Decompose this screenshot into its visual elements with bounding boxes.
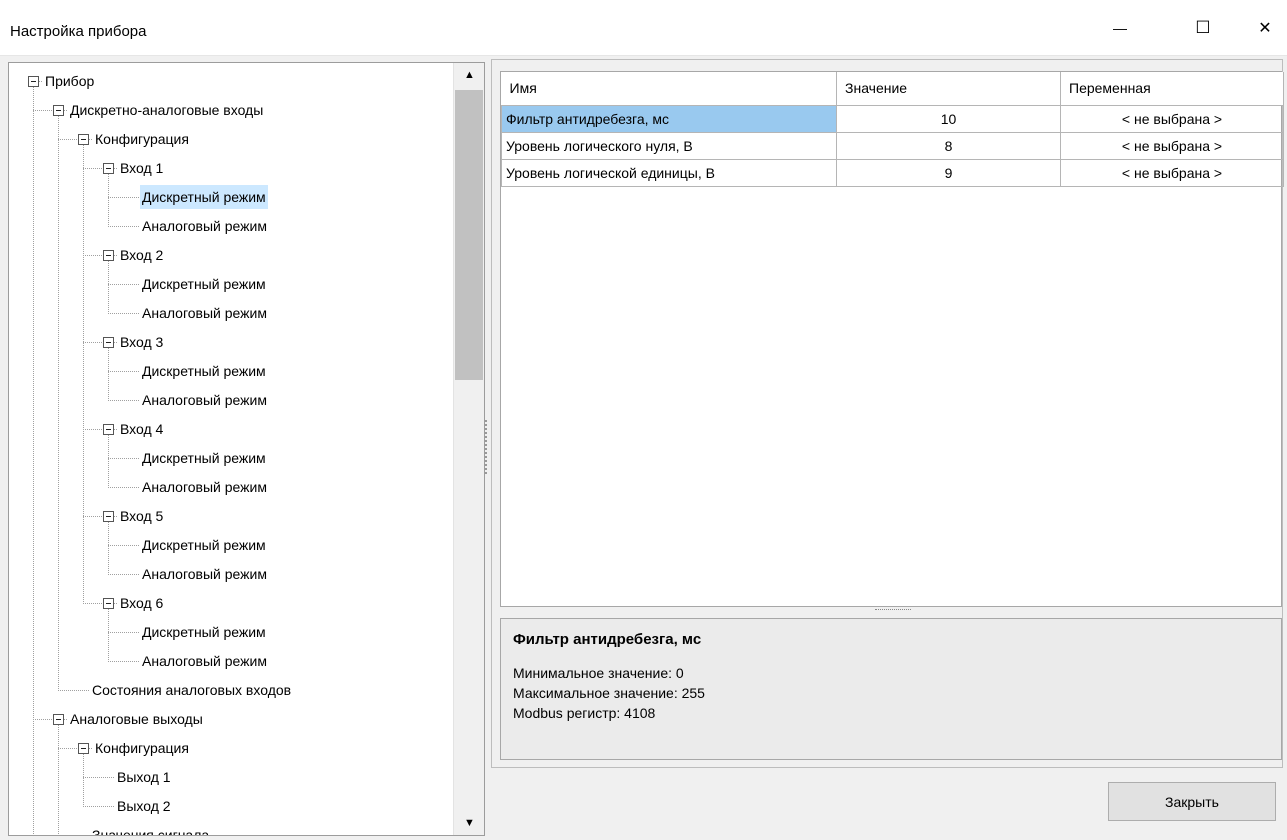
description-modbus-register: Modbus регистр: 4108 — [513, 705, 656, 721]
row-name-cell[interactable]: Фильтр антидребезга, мс — [501, 104, 837, 133]
tree-node[interactable]: Состояния аналоговых входов — [90, 678, 293, 702]
tree-node[interactable]: Вход 5 — [118, 504, 165, 528]
collapse-toggle-icon[interactable] — [102, 336, 114, 348]
minimize-icon: — — [1113, 20, 1127, 36]
window-title: Настройка прибора — [10, 23, 147, 40]
tree-node[interactable]: Дискретный режим — [140, 620, 268, 644]
table-row[interactable]: Уровень логической единицы, В 9 < не выб… — [501, 158, 1284, 187]
tree-node[interactable]: Выход 2 — [115, 794, 173, 818]
horizontal-splitter[interactable] — [875, 609, 911, 611]
tree-node[interactable]: Конфигурация — [93, 736, 191, 760]
tree-node[interactable]: Аналоговый режим — [140, 562, 269, 586]
tree-node[interactable]: Дискретно-аналоговые входы — [68, 98, 265, 122]
scroll-thumb[interactable] — [455, 90, 483, 380]
row-name-cell[interactable]: Уровень логической единицы, В — [501, 158, 837, 187]
tree-node[interactable]: Аналоговый режим — [140, 388, 269, 412]
scroll-up-button[interactable]: ▲ — [454, 63, 484, 87]
collapse-toggle-icon[interactable] — [77, 742, 89, 754]
close-window-button[interactable]: ✕ — [1242, 0, 1287, 56]
tree-node[interactable]: Дискретный режим — [140, 533, 268, 557]
row-value-cell[interactable]: 9 — [836, 158, 1061, 187]
collapse-toggle-icon[interactable] — [102, 423, 114, 435]
collapse-toggle-icon[interactable] — [102, 597, 114, 609]
close-button[interactable]: Закрыть — [1108, 782, 1276, 821]
tree-node[interactable]: Аналоговый режим — [140, 649, 269, 673]
description-panel: Фильтр антидребезга, мс Минимальное знач… — [500, 618, 1282, 760]
title-bar: Настройка прибора — ☐ ✕ — [0, 0, 1287, 56]
collapse-toggle-icon[interactable] — [102, 249, 114, 261]
table-row[interactable]: Уровень логического нуля, В 8 < не выбра… — [501, 131, 1284, 160]
collapse-toggle-icon[interactable] — [102, 162, 114, 174]
tree-content: Прибор Дискретно-аналоговые входы Конфигур… — [9, 63, 454, 835]
minimize-button[interactable]: — — [1097, 0, 1143, 56]
tree-node[interactable]: Конфигурация — [93, 127, 191, 151]
properties-panel: Имя Значение Переменная Фильтр антидребе… — [491, 59, 1284, 768]
property-grid: Имя Значение Переменная Фильтр антидребе… — [500, 71, 1284, 607]
tree-scrollbar[interactable]: ▲ ▼ — [453, 63, 484, 835]
tree-node[interactable]: Значения сигнала — [90, 823, 211, 835]
tree-node[interactable]: Выход 1 — [115, 765, 173, 789]
tree-node[interactable]: Аналоговые выходы — [68, 707, 205, 731]
table-row[interactable]: Фильтр антидребезга, мс 10 < не выбрана … — [501, 104, 1284, 133]
tree-node[interactable]: Прибор — [43, 69, 96, 93]
row-variable-cell[interactable]: < не выбрана > — [1060, 104, 1284, 133]
grid-header-row: Имя Значение Переменная — [501, 72, 1284, 106]
row-name-cell[interactable]: Уровень логического нуля, В — [501, 131, 837, 160]
chevron-up-icon: ▲ — [464, 69, 475, 81]
tree-node[interactable]: Дискретный режим — [140, 272, 268, 296]
collapse-toggle-icon[interactable] — [77, 133, 89, 145]
column-header-value[interactable]: Значение — [836, 72, 1061, 106]
tree-node[interactable]: Аналоговый режим — [140, 475, 269, 499]
collapse-toggle-icon[interactable] — [27, 75, 39, 87]
chevron-down-icon: ▼ — [464, 817, 475, 829]
tree-node[interactable]: Вход 6 — [118, 591, 165, 615]
column-header-name[interactable]: Имя — [501, 72, 837, 106]
maximize-button[interactable]: ☐ — [1180, 0, 1226, 56]
column-header-variable[interactable]: Переменная — [1060, 72, 1284, 106]
device-tree[interactable]: Прибор Дискретно-аналоговые входы Конфигур… — [8, 62, 485, 836]
row-variable-cell[interactable]: < не выбрана > — [1060, 158, 1284, 187]
vertical-splitter[interactable] — [485, 420, 488, 476]
tree-node[interactable]: Аналоговый режим — [140, 301, 269, 325]
tree-node[interactable]: Дискретный режим — [140, 359, 268, 383]
row-value-cell[interactable]: 10 — [836, 104, 1061, 133]
tree-node[interactable]: Вход 1 — [118, 156, 165, 180]
scroll-down-button[interactable]: ▼ — [454, 811, 484, 835]
row-value-cell[interactable]: 8 — [836, 131, 1061, 160]
close-icon: ✕ — [1258, 20, 1272, 37]
collapse-toggle-icon[interactable] — [52, 713, 64, 725]
maximize-icon: ☐ — [1195, 18, 1211, 37]
row-variable-cell[interactable]: < не выбрана > — [1060, 131, 1284, 160]
tree-node[interactable]: Аналоговый режим — [140, 214, 269, 238]
collapse-toggle-icon[interactable] — [102, 510, 114, 522]
tree-node[interactable]: Вход 3 — [118, 330, 165, 354]
description-title: Фильтр антидребезга, мс — [513, 631, 702, 648]
tree-node[interactable]: Вход 2 — [118, 243, 165, 267]
tree-node[interactable]: Дискретный режим — [140, 446, 268, 470]
tree-node[interactable]: Вход 4 — [118, 417, 165, 441]
description-min-value: Минимальное значение: 0 — [513, 665, 684, 681]
collapse-toggle-icon[interactable] — [52, 104, 64, 116]
description-max-value: Максимальное значение: 255 — [513, 685, 705, 701]
tree-node[interactable]: Дискретный режим — [140, 185, 268, 209]
